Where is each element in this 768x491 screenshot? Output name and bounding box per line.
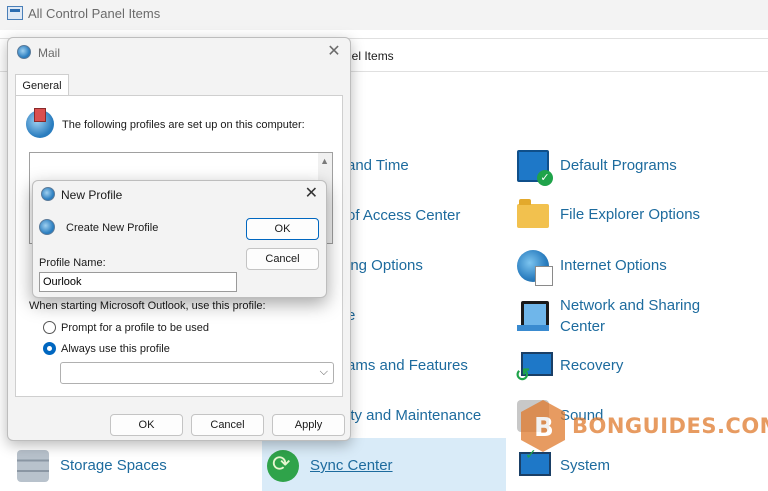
window-title: All Control Panel Items (28, 6, 161, 21)
item-label: ity and Maintenance (347, 407, 482, 424)
system-icon (517, 446, 551, 482)
item-sync-center[interactable]: Sync Center (267, 450, 393, 482)
scroll-up-icon[interactable]: ▲ (320, 156, 329, 166)
item-label: Sync Center (310, 457, 393, 474)
sync-center-icon (267, 450, 299, 482)
item-label: of Access Center (347, 207, 461, 224)
svg-text:B: B (534, 413, 554, 443)
control-panel-titlebar: All Control Panel Items (0, 0, 768, 30)
profile-select[interactable]: ⌵ (60, 362, 334, 384)
address-text: nel Items (345, 49, 394, 63)
control-panel-icon (7, 6, 23, 20)
radio-button-checked[interactable] (43, 342, 56, 355)
cancel-button[interactable]: Cancel (246, 248, 319, 270)
item-label: System (560, 457, 611, 474)
radio-always-use-profile[interactable]: Always use this profile (43, 342, 170, 355)
item-ease-of-access-center[interactable]: of Access Center (347, 205, 460, 226)
tab-general[interactable]: General (15, 74, 69, 96)
folder-icon (517, 199, 549, 228)
close-icon[interactable]: ✕ (305, 185, 318, 203)
item-label: Storage Spaces (60, 457, 167, 474)
create-new-profile-text: Create New Profile (66, 222, 159, 234)
item-label: Default Programs (560, 157, 677, 174)
item-label: and Time (347, 157, 409, 174)
starting-profile-label: When starting Microsoft Outlook, use thi… (29, 300, 266, 312)
mail-titlebar[interactable]: Mail ✕ (8, 38, 350, 68)
item-file-explorer-options[interactable]: File Explorer Options (517, 199, 701, 228)
watermark: B BONGUIDES.COM (518, 398, 768, 454)
item-recovery[interactable]: Recovery (515, 350, 624, 386)
item-programs-and-features[interactable]: ams and Features (347, 355, 468, 376)
profiles-icon (26, 108, 54, 138)
item-indexing-options[interactable]: ing Options (347, 255, 423, 276)
new-profile-dialog: New Profile ✕ Create New Profile Profile… (32, 180, 327, 298)
item-label: Recovery (560, 357, 624, 374)
item-internet-options[interactable]: Internet Options (517, 250, 667, 286)
default-programs-icon (517, 150, 553, 186)
item-date-and-time[interactable]: and Time (347, 155, 409, 176)
item-system[interactable]: System (517, 446, 611, 482)
mail-title: Mail (38, 46, 61, 60)
ok-button[interactable]: OK (110, 414, 183, 436)
radio-prompt-profile[interactable]: Prompt for a profile to be used (43, 321, 209, 334)
radio-label: Prompt for a profile to be used (61, 321, 209, 334)
create-profile-icon (39, 219, 55, 235)
chevron-down-icon: ⌵ (319, 366, 328, 378)
item-storage-spaces[interactable]: Storage Spaces (17, 450, 167, 482)
profile-name-input[interactable] (39, 272, 237, 292)
item-label: ing Options (347, 257, 423, 274)
item-label: File Explorer Options (560, 206, 701, 223)
radio-label: Always use this profile (61, 342, 170, 355)
item-label: ams and Features (347, 357, 468, 374)
item-security-and-maintenance[interactable]: ity and Maintenance (347, 405, 481, 426)
apply-button[interactable]: Apply (272, 414, 345, 436)
new-profile-app-icon (41, 187, 55, 201)
profiles-description: The following profiles are set up on thi… (62, 119, 305, 131)
recovery-icon (515, 350, 553, 386)
close-icon[interactable]: ✕ (326, 43, 342, 61)
item-network-and-sharing-center[interactable]: Network and Sharing Center (517, 295, 730, 337)
item-label: Network and Sharing Center (560, 297, 701, 335)
cancel-button[interactable]: Cancel (191, 414, 264, 436)
watermark-logo-icon: B (518, 398, 568, 454)
ok-button[interactable]: OK (246, 218, 319, 240)
storage-spaces-icon (17, 450, 49, 482)
profile-name-label: Profile Name: (39, 257, 106, 269)
internet-options-icon (517, 250, 553, 286)
mail-app-icon (17, 45, 31, 59)
item-label: Internet Options (560, 257, 667, 274)
watermark-text: BONGUIDES.COM (572, 414, 768, 438)
radio-button[interactable] (43, 321, 56, 334)
new-profile-title: New Profile (61, 188, 123, 202)
network-icon (517, 299, 549, 331)
item-default-programs[interactable]: Default Programs (517, 150, 677, 186)
